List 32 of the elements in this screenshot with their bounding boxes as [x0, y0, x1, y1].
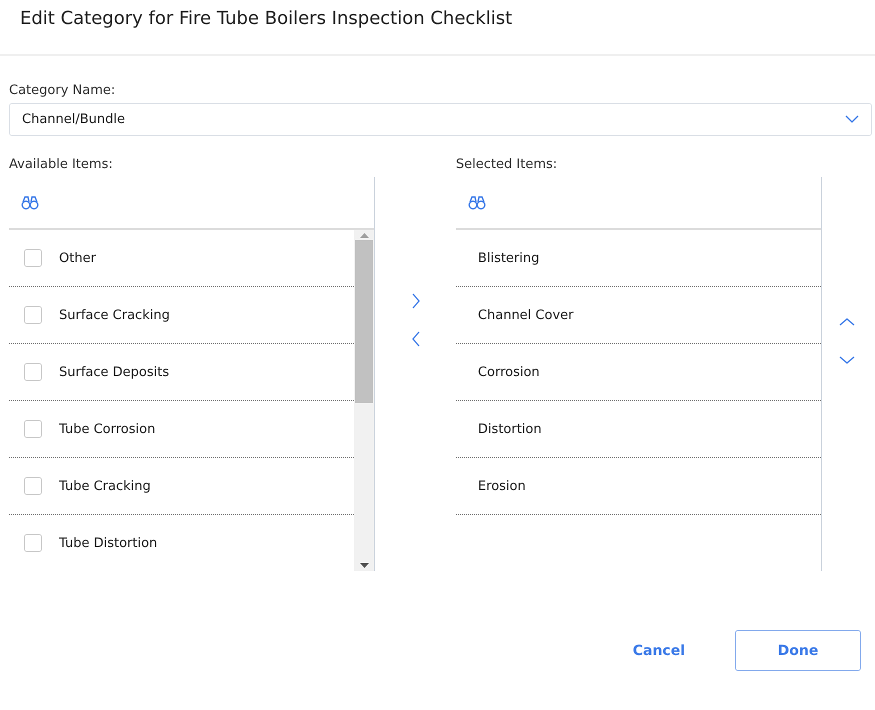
list-item[interactable]: Surface Deposits — [59, 364, 170, 380]
scroll-up-icon[interactable] — [360, 233, 369, 238]
scrollbar[interactable] — [354, 230, 374, 571]
list-label: Available Items: — [9, 156, 114, 174]
dialog-title: Edit Category for Fire Tube Boilers Inspection Checklist — [20, 8, 514, 29]
list-item[interactable]: Other — [59, 250, 96, 266]
cancel-button[interactable]: Cancel — [612, 630, 705, 671]
list-item[interactable]: Tube Distortion — [59, 536, 158, 550]
list-item[interactable]: Surface Cracking — [59, 308, 170, 322]
list-item[interactable]: Erosion — [478, 478, 526, 494]
dropdown-value: Channel/Bundle — [22, 112, 126, 127]
list-item[interactable]: Corrosion — [478, 364, 540, 380]
checkbox[interactable] — [24, 420, 42, 438]
checkbox[interactable] — [24, 534, 42, 552]
chevron-down-icon — [845, 115, 859, 124]
scroll-down-icon[interactable] — [360, 563, 369, 568]
list-label: Selected Items: — [456, 156, 558, 174]
checkbox[interactable] — [24, 249, 42, 267]
list-item[interactable]: Tube Cracking — [59, 478, 151, 494]
list-item[interactable]: Blistering — [478, 250, 540, 266]
checkbox[interactable] — [24, 306, 42, 324]
checkbox[interactable] — [24, 363, 42, 381]
checkbox[interactable] — [24, 477, 42, 495]
search-icon[interactable] — [21, 195, 39, 210]
category-dropdown[interactable]: Channel/Bundle — [9, 103, 872, 136]
scroll-thumb[interactable] — [355, 240, 374, 403]
search-icon[interactable] — [468, 195, 486, 210]
done-button[interactable]: Done — [735, 630, 861, 671]
list-item[interactable]: Distortion — [478, 422, 542, 436]
list-item[interactable]: Tube Corrosion — [59, 422, 156, 436]
field-label: Category Name: — [9, 82, 116, 100]
list-item[interactable]: Channel Cover — [478, 308, 574, 322]
